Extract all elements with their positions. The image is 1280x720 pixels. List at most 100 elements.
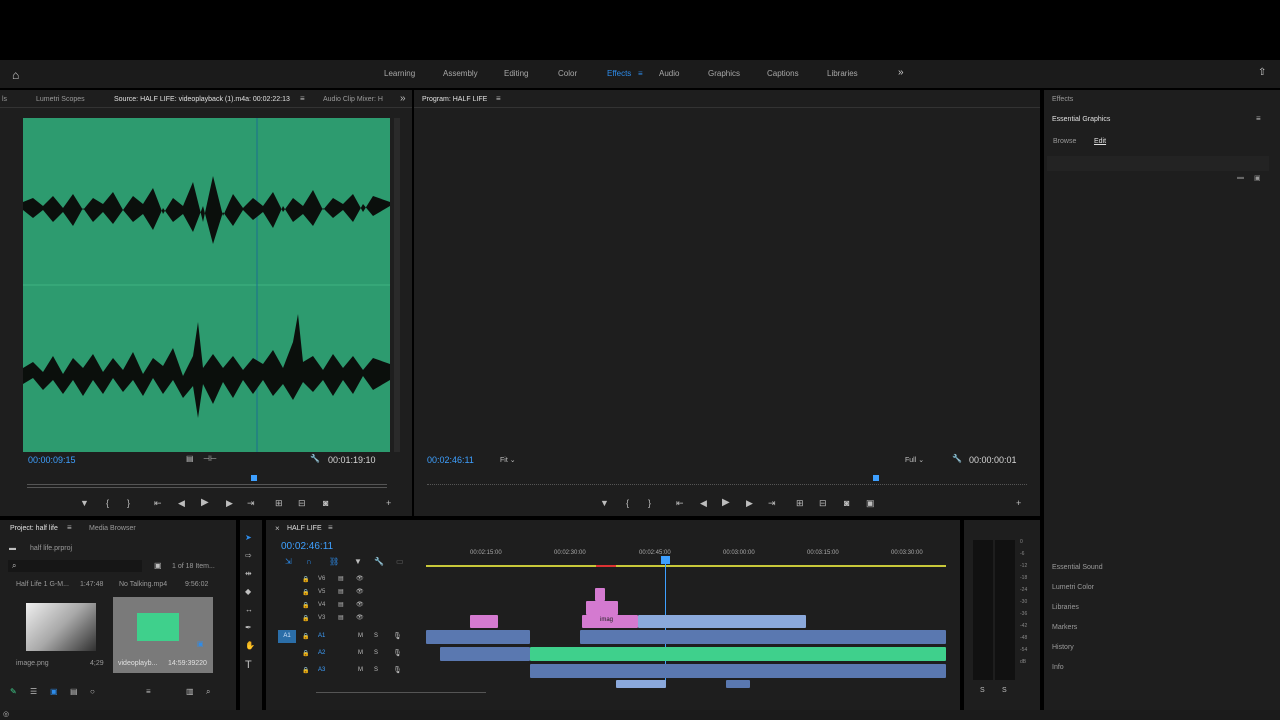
go-to-in-button[interactable]: ⇤: [154, 498, 162, 508]
workspace-effects[interactable]: Effects: [607, 69, 631, 78]
solo-button[interactable]: S: [374, 633, 378, 639]
go-to-out-button[interactable]: ⇥: [247, 498, 255, 508]
program-step-forward-button[interactable]: ▶: [746, 498, 753, 508]
timeline-ruler[interactable]: 00:02:15:00 00:02:30:00 00:02:45:00 00:0…: [426, 546, 946, 568]
new-layer-icon[interactable]: ▣: [1254, 174, 1261, 182]
quality-select[interactable]: Full ⌄: [905, 456, 924, 464]
program-video-display[interactable]: [424, 112, 1030, 452]
step-back-button[interactable]: ◀: [178, 498, 185, 508]
timeline-zoom-bar[interactable]: [316, 692, 486, 693]
razor-tool-icon[interactable]: ◆: [245, 587, 251, 596]
pen-tool-icon[interactable]: ✒: [245, 623, 252, 632]
overwrite-button[interactable]: ⊟: [298, 498, 306, 508]
lock-icon[interactable]: 🔒: [302, 615, 309, 622]
lock-icon[interactable]: 🔒: [302, 650, 309, 657]
project-item-audio[interactable]: ▣ videoplayb... 14:59:39220: [113, 597, 213, 673]
source-time-ruler[interactable]: [27, 474, 387, 485]
snap-icon[interactable]: ∩: [306, 557, 312, 566]
libraries-item[interactable]: Libraries: [1052, 604, 1079, 611]
track-header-a1[interactable]: A1 🔒 A1 M S 🎙: [276, 630, 426, 644]
list-view-icon[interactable]: ☰: [30, 687, 37, 696]
linked-selection-icon[interactable]: ⛓: [329, 557, 339, 566]
project-menu-icon[interactable]: ≡: [67, 523, 72, 532]
lock-icon[interactable]: 🔒: [302, 667, 309, 674]
program-playhead-marker[interactable]: [873, 475, 879, 481]
zoom-slider-icon[interactable]: ○: [90, 687, 95, 696]
program-go-to-in-button[interactable]: ⇤: [676, 498, 684, 508]
mic-icon[interactable]: 🎙: [393, 666, 402, 674]
track-header-v5[interactable]: 🔒 V5 ▤ 👁: [276, 588, 426, 599]
add-marker-icon[interactable]: ▼: [354, 557, 362, 566]
work-area-bar[interactable]: [426, 565, 946, 567]
solo-button[interactable]: S: [374, 650, 378, 656]
type-tool-icon[interactable]: T: [245, 659, 252, 671]
workspace-captions[interactable]: Captions: [767, 69, 799, 78]
pencil-icon[interactable]: ✎: [10, 687, 17, 696]
solo-button[interactable]: S: [374, 667, 378, 673]
comparison-view-button[interactable]: ▣: [866, 498, 875, 508]
audio-clip-green[interactable]: [530, 647, 946, 661]
eye-icon[interactable]: 👁: [356, 588, 364, 595]
program-timecode-playhead[interactable]: 00:02:46:11: [427, 455, 474, 465]
mute-button[interactable]: M: [358, 667, 363, 673]
mic-icon[interactable]: 🎙: [393, 632, 402, 640]
toggle-sync-icon[interactable]: ▤: [338, 588, 344, 595]
mark-in-button[interactable]: {: [106, 498, 109, 508]
program-add-button[interactable]: +: [1016, 498, 1021, 508]
info-item[interactable]: Info: [1052, 664, 1064, 671]
program-play-button[interactable]: ▶: [722, 498, 730, 508]
more-workspaces-icon[interactable]: »: [898, 67, 904, 78]
source-scroll-track[interactable]: [394, 118, 400, 452]
freeform-view-icon[interactable]: ▤: [70, 687, 78, 696]
audio-clip[interactable]: [426, 630, 530, 644]
home-icon[interactable]: ⌂: [12, 68, 19, 82]
solo-right-button[interactable]: S: [1002, 687, 1007, 694]
captions-icon[interactable]: ▭: [396, 557, 404, 566]
program-go-to-out-button[interactable]: ⇥: [768, 498, 776, 508]
lock-icon[interactable]: 🔒: [302, 633, 309, 640]
lock-icon[interactable]: 🔒: [302, 576, 309, 583]
tab-effects-controls[interactable]: ls: [2, 96, 7, 103]
program-menu-icon[interactable]: ≡: [496, 94, 501, 103]
track-select-tool-icon[interactable]: ⇨: [245, 551, 252, 560]
video-clip[interactable]: [470, 615, 498, 628]
audio-clip[interactable]: [616, 680, 666, 688]
video-clip[interactable]: [586, 601, 618, 615]
tab-edit[interactable]: Edit: [1094, 138, 1106, 145]
workspace-assembly[interactable]: Assembly: [443, 69, 478, 78]
markers-item[interactable]: Markers: [1052, 624, 1077, 631]
source-settings-icon[interactable]: 🔧: [310, 454, 320, 463]
sort-icon[interactable]: ≡: [146, 687, 151, 696]
program-mark-in-button[interactable]: {: [626, 498, 629, 508]
source-zoom-bar[interactable]: [27, 487, 387, 488]
selection-tool-icon[interactable]: ➤: [245, 533, 252, 542]
tab-source[interactable]: Source: HALF LIFE: videoplayback (1).m4a…: [114, 96, 290, 103]
workspace-learning[interactable]: Learning: [384, 69, 415, 78]
tab-lumetri-scopes[interactable]: Lumetri Scopes: [36, 96, 85, 103]
essential-graphics-title[interactable]: Essential Graphics: [1052, 116, 1110, 123]
essential-graphics-menu-icon[interactable]: ≡: [1256, 114, 1261, 123]
source-patch-a1[interactable]: A1: [278, 630, 296, 643]
workspace-graphics[interactable]: Graphics: [708, 69, 740, 78]
lock-icon[interactable]: 🔒: [302, 589, 309, 596]
workspace-libraries[interactable]: Libraries: [827, 69, 858, 78]
source-add-button[interactable]: +: [386, 498, 391, 508]
find-icon[interactable]: ⌕: [206, 687, 210, 697]
track-header-a3[interactable]: 🔒 A3 M S 🎙: [276, 664, 426, 678]
insert-button[interactable]: ⊞: [275, 498, 283, 508]
toggle-sync-icon[interactable]: ▤: [338, 575, 344, 582]
panel-overflow-icon[interactable]: »: [400, 93, 406, 104]
audio-waveform-display[interactable]: [23, 118, 390, 452]
program-time-ruler[interactable]: [427, 476, 1027, 485]
effects-menu-icon[interactable]: ≡: [638, 69, 643, 78]
close-sequence-icon[interactable]: ×: [275, 524, 280, 533]
video-clip[interactable]: [638, 615, 806, 628]
toggle-sync-icon[interactable]: ▤: [338, 614, 344, 621]
lift-button[interactable]: ⊞: [796, 498, 804, 508]
mute-button[interactable]: M: [358, 633, 363, 639]
source-timecode-playhead[interactable]: 00:00:09:15: [28, 455, 76, 465]
program-mark-out-button[interactable]: }: [648, 498, 651, 508]
video-clip[interactable]: [595, 588, 605, 601]
sequence-menu-icon[interactable]: ≡: [328, 523, 333, 532]
workspace-color[interactable]: Color: [558, 69, 577, 78]
